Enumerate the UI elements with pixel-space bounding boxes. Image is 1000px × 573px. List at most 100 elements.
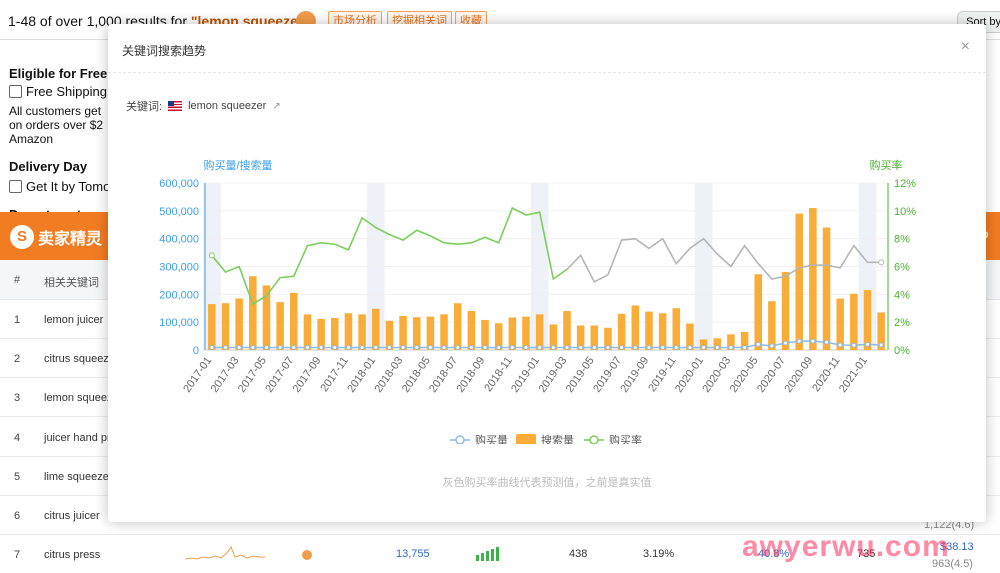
purchases-point bbox=[441, 344, 447, 350]
row-keyword[interactable]: citrus juicer bbox=[44, 510, 100, 522]
row-number: 6 bbox=[14, 510, 21, 522]
search-volume-bar bbox=[658, 313, 667, 350]
purchases-point bbox=[591, 344, 597, 350]
purchases-point bbox=[619, 344, 625, 350]
legend-swatch bbox=[516, 434, 536, 444]
search-volume-bar bbox=[563, 311, 571, 350]
x-tick-label: 2019-09 bbox=[618, 355, 651, 395]
purchases-point bbox=[359, 344, 365, 350]
purchases-point bbox=[701, 344, 707, 350]
search-volume-bar bbox=[235, 298, 243, 350]
prediction-note: 灰色购买率曲线代表预测值，之前是真实值 bbox=[442, 477, 652, 489]
search-volume-bar bbox=[822, 227, 831, 350]
search-volume-bar bbox=[358, 314, 366, 350]
legend-label: 购买量 bbox=[475, 433, 508, 444]
y-left-tick: 600,000 bbox=[159, 178, 199, 190]
row7-sparkline bbox=[185, 545, 265, 560]
row-keyword[interactable]: lemon squeez bbox=[44, 392, 113, 404]
filter-sidebar: Eligible for Free S Free Shipping All cu… bbox=[0, 40, 120, 215]
watermark: awyerwu.com bbox=[742, 530, 950, 563]
search-volume-bar bbox=[863, 290, 872, 350]
search-volume-bar bbox=[836, 298, 844, 350]
purchases-point bbox=[632, 344, 638, 350]
row-number: 2 bbox=[14, 353, 21, 365]
purchases-point bbox=[414, 344, 420, 350]
row-keyword[interactable]: lime squeeze bbox=[44, 471, 109, 483]
purchases-point bbox=[578, 344, 584, 350]
row-number: 7 bbox=[14, 549, 21, 561]
purchases-point bbox=[714, 344, 720, 350]
purchases-point bbox=[318, 344, 324, 350]
row-keyword[interactable]: lemon juicer bbox=[44, 314, 103, 326]
purchases-point bbox=[837, 342, 843, 348]
purchases-point bbox=[769, 343, 775, 349]
purchases-point bbox=[427, 344, 433, 350]
legend-swatch bbox=[589, 435, 599, 444]
legend-label: 购买率 bbox=[609, 433, 642, 444]
purchases-point bbox=[468, 344, 474, 350]
purchases-point bbox=[236, 344, 242, 350]
search-volume-bar bbox=[467, 311, 476, 350]
search-volume-bar bbox=[276, 302, 284, 350]
checkbox-icon[interactable] bbox=[9, 85, 22, 98]
y-left-tick: 0 bbox=[193, 345, 199, 357]
purchases-point bbox=[851, 342, 857, 348]
search-volume-bar bbox=[645, 311, 653, 350]
checkbox-icon[interactable] bbox=[9, 180, 22, 193]
purchases-point bbox=[673, 344, 679, 350]
row7-products: 438 bbox=[569, 548, 588, 560]
purchase-rate-predicted-line bbox=[566, 237, 882, 283]
purchases-point bbox=[796, 338, 802, 344]
free-shipping-filter[interactable]: Free Shipping bbox=[9, 84, 107, 99]
search-volume-bar bbox=[399, 316, 407, 350]
row-keyword[interactable]: juicer hand pr bbox=[44, 432, 111, 444]
purchases-point bbox=[277, 344, 283, 350]
search-volume-bar bbox=[781, 272, 790, 350]
search-volume-bar bbox=[672, 308, 681, 350]
purchase-rate-point bbox=[878, 259, 885, 266]
purchases-point bbox=[496, 344, 502, 350]
purchases-point bbox=[304, 344, 310, 350]
free-shipping-heading: Eligible for Free S bbox=[9, 66, 120, 81]
purchases-point bbox=[482, 344, 488, 350]
row-number: 1 bbox=[14, 314, 21, 326]
row-keyword[interactable]: citrus press bbox=[44, 549, 100, 561]
y-left-tick: 400,000 bbox=[159, 234, 199, 246]
y-right-tick: 8% bbox=[894, 234, 910, 246]
purchases-point bbox=[209, 344, 215, 350]
column-number: # bbox=[14, 274, 21, 286]
row-number: 4 bbox=[14, 432, 21, 444]
row-number: 3 bbox=[14, 392, 21, 404]
row-keyword[interactable]: citrus squeeze bbox=[44, 353, 115, 365]
column-keyword[interactable]: 相关关键词 bbox=[44, 274, 99, 290]
search-volume-bar bbox=[809, 208, 817, 350]
y-right-tick: 0% bbox=[894, 345, 910, 357]
search-volume-bar bbox=[754, 274, 762, 350]
search-volume-bar bbox=[344, 313, 353, 350]
purchases-point bbox=[810, 338, 816, 344]
search-volume-bar bbox=[371, 308, 380, 350]
purchases-point bbox=[865, 341, 871, 347]
y-left-tick: 200,000 bbox=[159, 289, 199, 301]
brand-logo-icon: S bbox=[10, 225, 34, 249]
search-volume-bar bbox=[522, 316, 530, 350]
purchases-point bbox=[660, 344, 666, 350]
search-volume-bar bbox=[290, 292, 298, 350]
search-volume-bar bbox=[303, 314, 312, 350]
y-left-tick: 300,000 bbox=[159, 262, 199, 274]
row7-rate: 3.19% bbox=[643, 548, 675, 560]
search-volume-bar bbox=[208, 304, 216, 350]
purchases-point bbox=[373, 344, 379, 350]
purchases-point bbox=[755, 341, 761, 347]
purchases-point bbox=[728, 344, 734, 350]
purchases-point bbox=[824, 339, 830, 345]
delivery-tomorrow-filter[interactable]: Get It by Tomo bbox=[9, 179, 110, 194]
purchases-point bbox=[550, 344, 556, 350]
y-left-tick: 500,000 bbox=[159, 206, 199, 218]
y-right-tick: 12% bbox=[894, 178, 916, 190]
search-volume-bar bbox=[795, 213, 803, 350]
y-right-label: 购买率 bbox=[870, 158, 903, 172]
purchase-rate-point bbox=[208, 252, 215, 259]
purchases-point bbox=[878, 342, 884, 348]
purchases-point bbox=[742, 344, 748, 350]
